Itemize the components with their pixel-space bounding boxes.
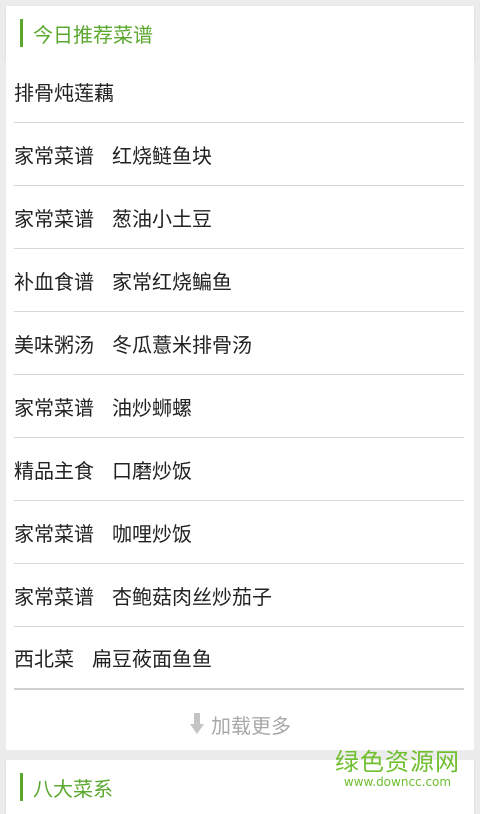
recipe-name: 冬瓜薏米排骨汤 [112, 332, 252, 357]
section-title: 今日推荐菜谱 [33, 22, 153, 47]
recipe-category: 家常菜谱 [14, 143, 94, 168]
recipe-row[interactable]: 西北菜 扁豆莜面鱼鱼 [14, 627, 464, 690]
recipe-name: 扁豆莜面鱼鱼 [92, 647, 212, 671]
recipe-row[interactable]: 家常菜谱 葱油小土豆 [14, 186, 464, 249]
recipe-category: 补血食谱 [14, 269, 94, 294]
recipe-name: 红烧鲢鱼块 [112, 143, 212, 168]
section-title: 八大菜系 [33, 776, 113, 801]
recipe-row[interactable]: 补血食谱 家常红烧鳊鱼 [14, 249, 464, 312]
recipe-category: 美味粥汤 [14, 332, 94, 357]
recipe-category: 家常菜谱 [14, 521, 94, 546]
recipe-row[interactable]: 家常菜谱 油炒蛳螺 [14, 375, 464, 438]
recipe-row[interactable]: 家常菜谱 杏鲍菇肉丝炒茄子 [14, 564, 464, 627]
accent-bar [20, 773, 23, 801]
load-more-label: 加载更多 [211, 713, 291, 738]
recipe-name: 排骨炖莲藕 [14, 80, 114, 105]
load-more-button[interactable]: 加载更多 [6, 700, 474, 748]
recipe-name: 葱油小土豆 [112, 206, 212, 231]
watermark-text: 绿色资源网 [335, 748, 460, 776]
today-recommend-header: 今日推荐菜谱 [6, 6, 474, 60]
watermark: 绿色资源网 www.downcc.com [335, 742, 460, 789]
recipe-category: 家常菜谱 [14, 584, 94, 609]
recipe-category: 家常菜谱 [14, 206, 94, 231]
recipe-name: 油炒蛳螺 [112, 395, 192, 420]
accent-bar [20, 19, 23, 47]
recipe-name: 咖哩炒饭 [112, 521, 192, 546]
recipe-name: 口磨炒饭 [112, 458, 192, 483]
recipe-row[interactable]: 美味粥汤 冬瓜薏米排骨汤 [14, 312, 464, 375]
recipe-row[interactable]: 家常菜谱 红烧鲢鱼块 [14, 123, 464, 186]
recipe-name: 杏鲍菇肉丝炒茄子 [112, 584, 272, 609]
recipe-row[interactable]: 家常菜谱 咖哩炒饭 [14, 501, 464, 564]
recipe-category: 家常菜谱 [14, 395, 94, 420]
recipe-row[interactable]: 排骨炖莲藕 [14, 60, 464, 123]
watermark-url: www.downcc.com [343, 775, 452, 789]
recipe-row[interactable]: 精品主食 口磨炒饭 [14, 438, 464, 501]
recipe-category: 精品主食 [14, 458, 94, 483]
recipe-name: 家常红烧鳊鱼 [112, 269, 232, 294]
recipe-category: 西北菜 [14, 647, 74, 671]
down-arrow-icon [190, 713, 204, 734]
recipe-list: 排骨炖莲藕 家常菜谱 红烧鲢鱼块 家常菜谱 葱油小土豆 补血食谱 家常红烧鳊鱼 … [6, 60, 474, 750]
